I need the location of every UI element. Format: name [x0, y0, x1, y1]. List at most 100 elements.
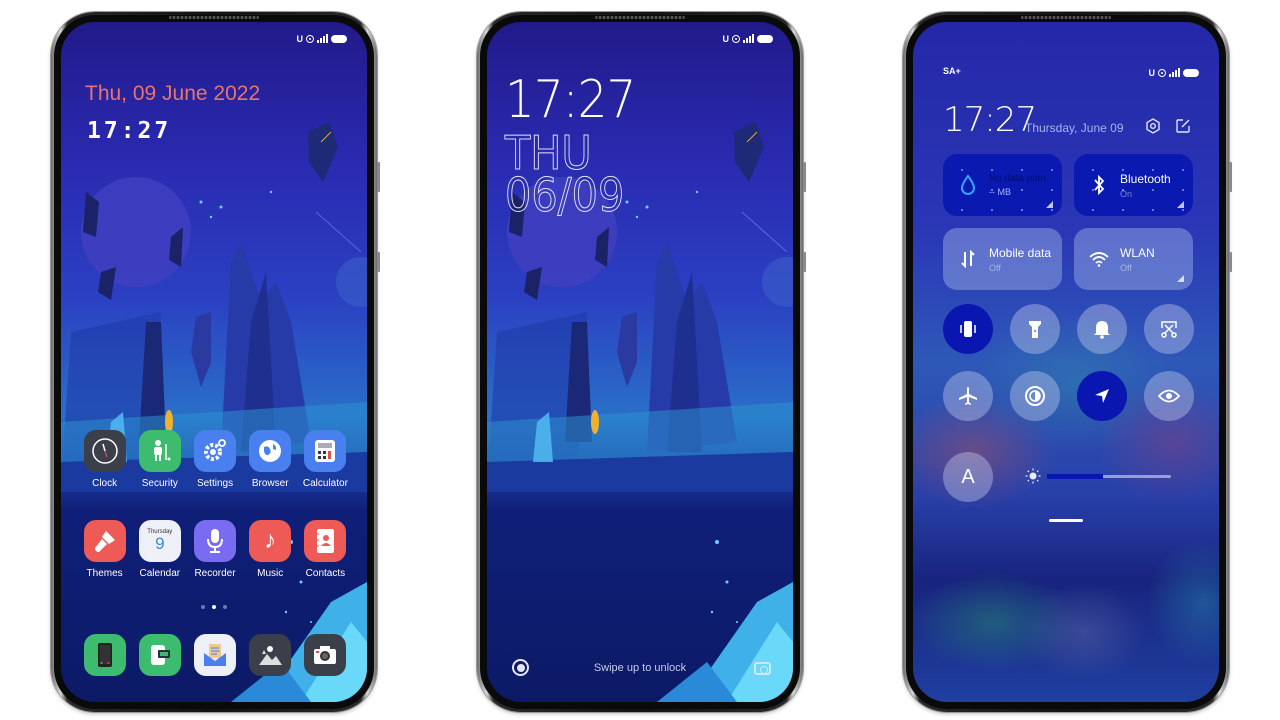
tile-mobile-data[interactable]: Mobile data Off [943, 228, 1062, 290]
carrier-label: SA+ [943, 66, 961, 76]
app-calculator[interactable]: Calculator [298, 430, 353, 489]
page-dot[interactable] [201, 605, 205, 609]
edit-icon[interactable] [1175, 118, 1191, 134]
earpiece-speaker [169, 16, 259, 19]
calculator-icon [304, 430, 347, 472]
tile-data-usage[interactable]: No data plan -- MB [943, 154, 1062, 216]
calendar-icon: Thursday 9 [138, 520, 181, 562]
power-button [377, 252, 380, 272]
location-arrow-icon [1095, 389, 1109, 403]
volte-u-icon: U [1148, 68, 1156, 78]
app-email[interactable] [187, 634, 242, 676]
vibrate-icon [960, 321, 976, 337]
tile-subtitle: Off [1120, 262, 1132, 273]
tile-text: WLAN Off [1120, 246, 1155, 273]
tile-bluetooth[interactable]: Bluetooth On [1074, 154, 1193, 216]
app-label: Music [257, 568, 284, 579]
toggle-screenshot[interactable] [1144, 304, 1194, 354]
home-time-widget[interactable]: 17:27 [87, 118, 171, 144]
app-themes[interactable]: Themes [77, 520, 132, 579]
tile-subtitle: On [1120, 188, 1133, 199]
tile-title: WLAN [1120, 245, 1155, 260]
tile-subtitle: Off [989, 262, 1001, 273]
expand-corner-icon[interactable] [1177, 275, 1184, 282]
app-row-1: Clock Security Settings Browser Calculat… [77, 430, 353, 489]
lock-date: 06/09 [505, 168, 625, 222]
app-label: Security [141, 478, 178, 489]
control-center-time: 17:27 [943, 100, 1037, 140]
control-center-date: Thursday, June 09 [1025, 121, 1124, 135]
tile-title: No data plan [989, 173, 1046, 184]
auto-brightness-button[interactable]: A [943, 452, 993, 502]
mobile-data-icon [957, 248, 979, 270]
brightness-slider-fill[interactable] [1047, 474, 1103, 479]
camera-shortcut-icon[interactable] [754, 662, 771, 675]
app-security[interactable]: Security [132, 430, 187, 489]
tile-text: No data plan -- MB [989, 173, 1046, 197]
signal-icon [743, 34, 754, 43]
toggle-flashlight[interactable] [1010, 304, 1060, 354]
tile-text: Bluetooth On [1120, 172, 1171, 199]
app-label: Browser [251, 478, 289, 489]
toggle-airplane-mode[interactable] [943, 371, 993, 421]
security-cleaner-icon [138, 430, 181, 472]
tile-title: Bluetooth [1120, 171, 1171, 186]
lock-time: 17:27 [505, 70, 636, 130]
toggle-reading-mode[interactable] [1144, 371, 1194, 421]
app-music[interactable]: ♪ Music [243, 520, 298, 579]
toggle-sound[interactable] [1077, 304, 1127, 354]
home-date-widget[interactable]: Thu, 09 June 2022 [85, 82, 260, 106]
tile-wlan[interactable]: WLAN Off [1074, 228, 1193, 290]
calendar-day-number: 9 [155, 533, 165, 553]
volte-u-icon: U [296, 34, 304, 44]
app-browser[interactable]: Browser [243, 430, 298, 489]
signal-icon [1169, 68, 1180, 77]
swipe-to-unlock-hint[interactable]: Swipe up to unlock [487, 662, 793, 674]
app-camera[interactable] [298, 634, 353, 676]
toggle-location[interactable] [1077, 371, 1127, 421]
page-indicator[interactable] [61, 605, 367, 609]
volte-u-icon: U [722, 34, 730, 44]
app-label: Clock [92, 478, 118, 489]
toggle-vibrate[interactable] [943, 304, 993, 354]
app-label: Recorder [194, 568, 236, 579]
volume-button [377, 162, 380, 192]
music-note-icon: ♪ [249, 520, 292, 562]
globe-icon [249, 430, 292, 472]
app-label: Calculator [302, 478, 348, 489]
power-button [803, 252, 806, 272]
tile-subtitle: -- MB [989, 187, 1011, 197]
bell-icon [1094, 321, 1110, 339]
gallery-icon [249, 634, 292, 676]
hotspot-icon [732, 35, 740, 43]
expand-corner-icon[interactable] [1177, 201, 1184, 208]
tile-text: Mobile data Off [989, 246, 1051, 273]
app-recorder[interactable]: Recorder [187, 520, 242, 579]
scissors-screenshot-icon [1161, 321, 1177, 338]
status-bar: U [296, 32, 347, 46]
phone-control-center: SA+ U 17:27 Thursday, June 09 No data pl… [903, 12, 1232, 712]
drag-handle[interactable] [1049, 519, 1083, 522]
battery-icon [331, 35, 347, 43]
dock [77, 634, 353, 676]
app-gallery[interactable] [243, 634, 298, 676]
water-drop-icon [957, 174, 979, 196]
app-calendar[interactable]: Thursday 9 Calendar [132, 520, 187, 579]
volume-button [1229, 162, 1232, 192]
battery-icon [757, 35, 773, 43]
contacts-book-icon [304, 520, 347, 562]
quick-tiles: No data plan -- MB Bluetooth On Mobile d… [943, 154, 1193, 290]
app-contacts[interactable]: Contacts [298, 520, 353, 579]
brightness-slider[interactable] [1047, 474, 1171, 479]
page-dot-active[interactable] [212, 605, 216, 609]
app-phone[interactable] [77, 634, 132, 676]
app-clock[interactable]: Clock [77, 430, 132, 489]
expand-corner-icon[interactable] [1046, 201, 1053, 208]
page-dot[interactable] [223, 605, 227, 609]
status-bar: U [1148, 66, 1199, 80]
email-icon [194, 634, 236, 676]
app-settings[interactable]: Settings [187, 430, 242, 489]
app-messages[interactable] [132, 634, 187, 676]
toggle-dark-mode[interactable] [1010, 371, 1060, 421]
settings-hexagon-icon[interactable] [1145, 118, 1161, 134]
